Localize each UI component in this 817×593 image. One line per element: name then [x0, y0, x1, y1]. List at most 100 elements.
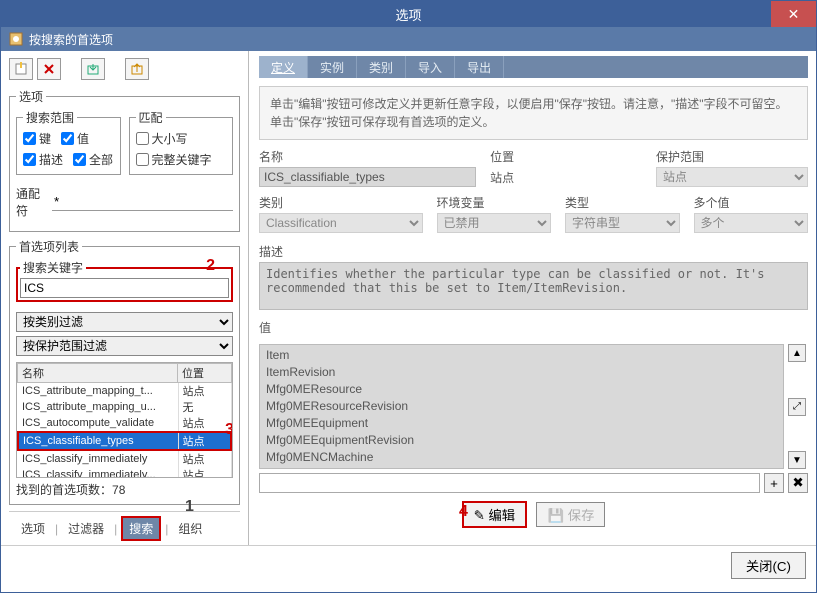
label-name: 名称: [259, 148, 476, 165]
right-tab-0[interactable]: 定义: [259, 56, 308, 78]
label-category: 类别: [259, 194, 423, 211]
match-legend: 匹配: [136, 109, 166, 126]
table-row[interactable]: ICS_attribute_mapping_u...无: [18, 399, 231, 415]
found-count: 找到的首选项数：78: [16, 481, 233, 498]
value-add-button[interactable]: +: [764, 473, 784, 493]
sub-title: 按搜索的首选项: [29, 31, 113, 48]
field-multi: 多个: [694, 213, 808, 233]
cell-loc: 站点: [178, 432, 231, 450]
field-name: [259, 167, 476, 187]
check-desc[interactable]: 描述: [23, 151, 63, 168]
cell-loc: 站点: [178, 467, 231, 478]
check-whole[interactable]: 完整关键字: [136, 151, 227, 168]
value-remove-button[interactable]: ✖: [788, 473, 808, 493]
cell-loc: 无: [178, 399, 231, 415]
results-table: 名称 位置: [17, 363, 232, 383]
cell-name: ICS_classify_immediately: [18, 450, 178, 467]
bottom-tab-1[interactable]: 过滤器: [62, 518, 110, 539]
col-name[interactable]: 名称: [18, 364, 178, 383]
footer: 关闭(C): [1, 545, 816, 585]
check-value-input[interactable]: [61, 132, 74, 145]
delete-button[interactable]: [37, 58, 61, 80]
cell-name: ICS_classify_immediately...: [18, 467, 178, 478]
cell-name: ICS_attribute_mapping_t...: [18, 383, 178, 399]
filter-category-select[interactable]: 按类别过滤: [16, 312, 233, 332]
check-all[interactable]: 全部: [73, 151, 113, 168]
cell-name: ICS_autocompute_validate: [18, 415, 178, 432]
field-location: 站点: [490, 167, 642, 188]
list-item[interactable]: Mfg0MEEquipment: [266, 415, 777, 432]
check-key[interactable]: 键: [23, 130, 51, 147]
label-location: 位置: [490, 148, 642, 165]
search-input[interactable]: [20, 278, 229, 298]
table-row[interactable]: ICS_classifiable_types站点: [18, 432, 231, 450]
list-item[interactable]: Item: [266, 347, 777, 364]
close-dialog-button[interactable]: 关闭(C): [731, 552, 806, 579]
list-item[interactable]: Mfg0MEEquipmentRevision: [266, 432, 777, 449]
cell-name: ICS_attribute_mapping_u...: [18, 399, 178, 415]
right-panel: 定义实例类别导入导出 单击"编辑"按钮可修改定义并更新任意字段，以便启用"保存"…: [249, 51, 816, 545]
cell-name: ICS_classifiable_types: [18, 432, 178, 450]
check-desc-input[interactable]: [23, 153, 36, 166]
bottom-tab-3[interactable]: 组织: [172, 518, 208, 539]
values-list[interactable]: ItemItemRevisionMfg0MEResourceMfg0MEReso…: [259, 344, 784, 469]
value-add-input[interactable]: [259, 473, 760, 493]
expand-button[interactable]: ⤢: [788, 398, 806, 416]
options-group: 选项 搜索范围 键 值 描述 全部 匹配 大小写 完整关键字: [9, 88, 240, 232]
field-type: 字符串型: [565, 213, 679, 233]
close-button[interactable]: ✕: [771, 1, 816, 27]
options-legend: 选项: [16, 88, 46, 105]
table-row[interactable]: ICS_autocompute_validate站点: [18, 415, 231, 432]
field-category: Classification: [259, 213, 423, 233]
bottom-tab-0[interactable]: 选项: [15, 518, 51, 539]
col-loc[interactable]: 位置: [178, 364, 232, 383]
check-case[interactable]: 大小写: [136, 130, 227, 147]
field-desc: Identifies whether the particular type c…: [259, 262, 808, 310]
preflist-group: 首选项列表 搜索关键字 2 按类别过滤 按保护范围过滤 名称 位置 IC: [9, 238, 240, 505]
results-table-wrap: 名称 位置 ICS_attribute_mapping_t...站点ICS_at…: [16, 362, 233, 478]
check-case-input[interactable]: [136, 132, 149, 145]
search-legend: 搜索关键字: [20, 259, 86, 276]
table-row[interactable]: ICS_classify_immediately站点: [18, 450, 231, 467]
check-key-input[interactable]: [23, 132, 36, 145]
check-all-input[interactable]: [73, 153, 86, 166]
field-env: 已禁用: [437, 213, 551, 233]
filter-scope-select[interactable]: 按保护范围过滤: [16, 336, 233, 356]
bottom-tab-2[interactable]: 搜索: [121, 516, 161, 541]
cell-loc: 站点: [178, 450, 231, 467]
new-button[interactable]: [9, 58, 33, 80]
sub-titlebar: 按搜索的首选项: [1, 27, 816, 51]
wildcard-label: 通配符: [16, 185, 46, 219]
table-row[interactable]: ICS_attribute_mapping_t...站点: [18, 383, 231, 399]
right-tab-3[interactable]: 导入: [406, 56, 455, 78]
table-row[interactable]: ICS_classify_immediately...站点: [18, 467, 231, 478]
window-title: 选项: [395, 5, 421, 24]
label-type: 类型: [565, 194, 679, 211]
cell-loc: 站点: [178, 415, 231, 432]
right-tab-2[interactable]: 类别: [357, 56, 406, 78]
list-item[interactable]: Mfg0MEResourceRevision: [266, 398, 777, 415]
wildcard-input[interactable]: [52, 193, 233, 211]
edit-button[interactable]: ✎ 编辑: [462, 501, 528, 528]
bottom-tabs: 1 选项|过滤器|搜索|组织: [9, 511, 240, 545]
list-item[interactable]: Mfg0MEResource: [266, 381, 777, 398]
cell-loc: 站点: [178, 383, 231, 399]
label-protection: 保护范围: [656, 148, 808, 165]
check-value[interactable]: 值: [61, 130, 89, 147]
match-group: 匹配 大小写 完整关键字: [129, 109, 234, 175]
check-whole-input[interactable]: [136, 153, 149, 166]
export-button[interactable]: [125, 58, 149, 80]
titlebar: 选项 ✕: [1, 1, 816, 27]
move-up-button[interactable]: ▲: [788, 344, 806, 362]
label-desc: 描述: [259, 243, 808, 260]
list-item[interactable]: ItemRevision: [266, 364, 777, 381]
preferences-icon: [9, 32, 23, 46]
right-tab-4[interactable]: 导出: [455, 56, 504, 78]
field-protection: 站点: [656, 167, 808, 187]
list-item[interactable]: Mfg0MENCMachine: [266, 449, 777, 466]
right-tab-1[interactable]: 实例: [308, 56, 357, 78]
left-panel: 选项 搜索范围 键 值 描述 全部 匹配 大小写 完整关键字: [1, 51, 249, 545]
import-button[interactable]: [81, 58, 105, 80]
search-keyword-group: 搜索关键字: [16, 259, 233, 302]
move-down-button[interactable]: ▼: [788, 451, 806, 469]
